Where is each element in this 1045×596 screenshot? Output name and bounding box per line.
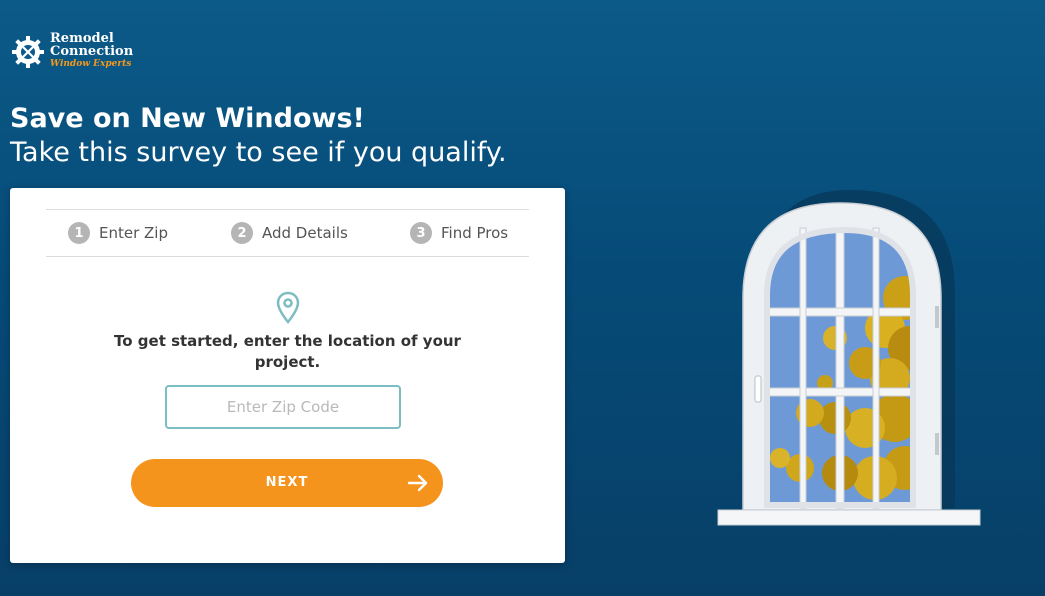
- location-pin-icon: [276, 291, 300, 324]
- zip-code-input[interactable]: [165, 385, 401, 429]
- step-label: Add Details: [262, 224, 348, 242]
- step-find-pros: 3 Find Pros: [410, 222, 508, 244]
- step-label: Enter Zip: [99, 224, 168, 242]
- survey-card: 1 Enter Zip 2 Add Details 3 Find Pros To…: [10, 188, 565, 563]
- gear-tools-icon: [12, 35, 44, 68]
- hero-subtitle: Take this survey to see if you qualify.: [10, 137, 507, 168]
- hero-title: Save on New Windows!: [10, 103, 365, 134]
- step-number: 2: [231, 222, 253, 244]
- brand-tagline: Window Experts: [50, 59, 132, 69]
- arrow-right-icon: [407, 474, 428, 492]
- next-button[interactable]: NEXT: [131, 459, 443, 507]
- hero-heading: Save on New Windows! Take this survey to…: [10, 102, 507, 170]
- brand-logo[interactable]: Remodel Connection Window Experts: [10, 32, 133, 71]
- progress-steps: 1 Enter Zip 2 Add Details 3 Find Pros: [46, 209, 529, 257]
- step-enter-zip: 1 Enter Zip: [68, 222, 168, 244]
- arched-window-illustration: [717, 190, 981, 526]
- brand-name: Remodel Connection Window Experts: [50, 32, 133, 71]
- brand-line-2: Connection: [50, 44, 134, 59]
- location-prompt: To get started, enter the location of yo…: [114, 332, 461, 371]
- next-button-label: NEXT: [265, 475, 309, 490]
- step-number: 1: [68, 222, 90, 244]
- step-add-details: 2 Add Details: [231, 222, 348, 244]
- step-number: 3: [410, 222, 432, 244]
- step-label: Find Pros: [441, 224, 509, 242]
